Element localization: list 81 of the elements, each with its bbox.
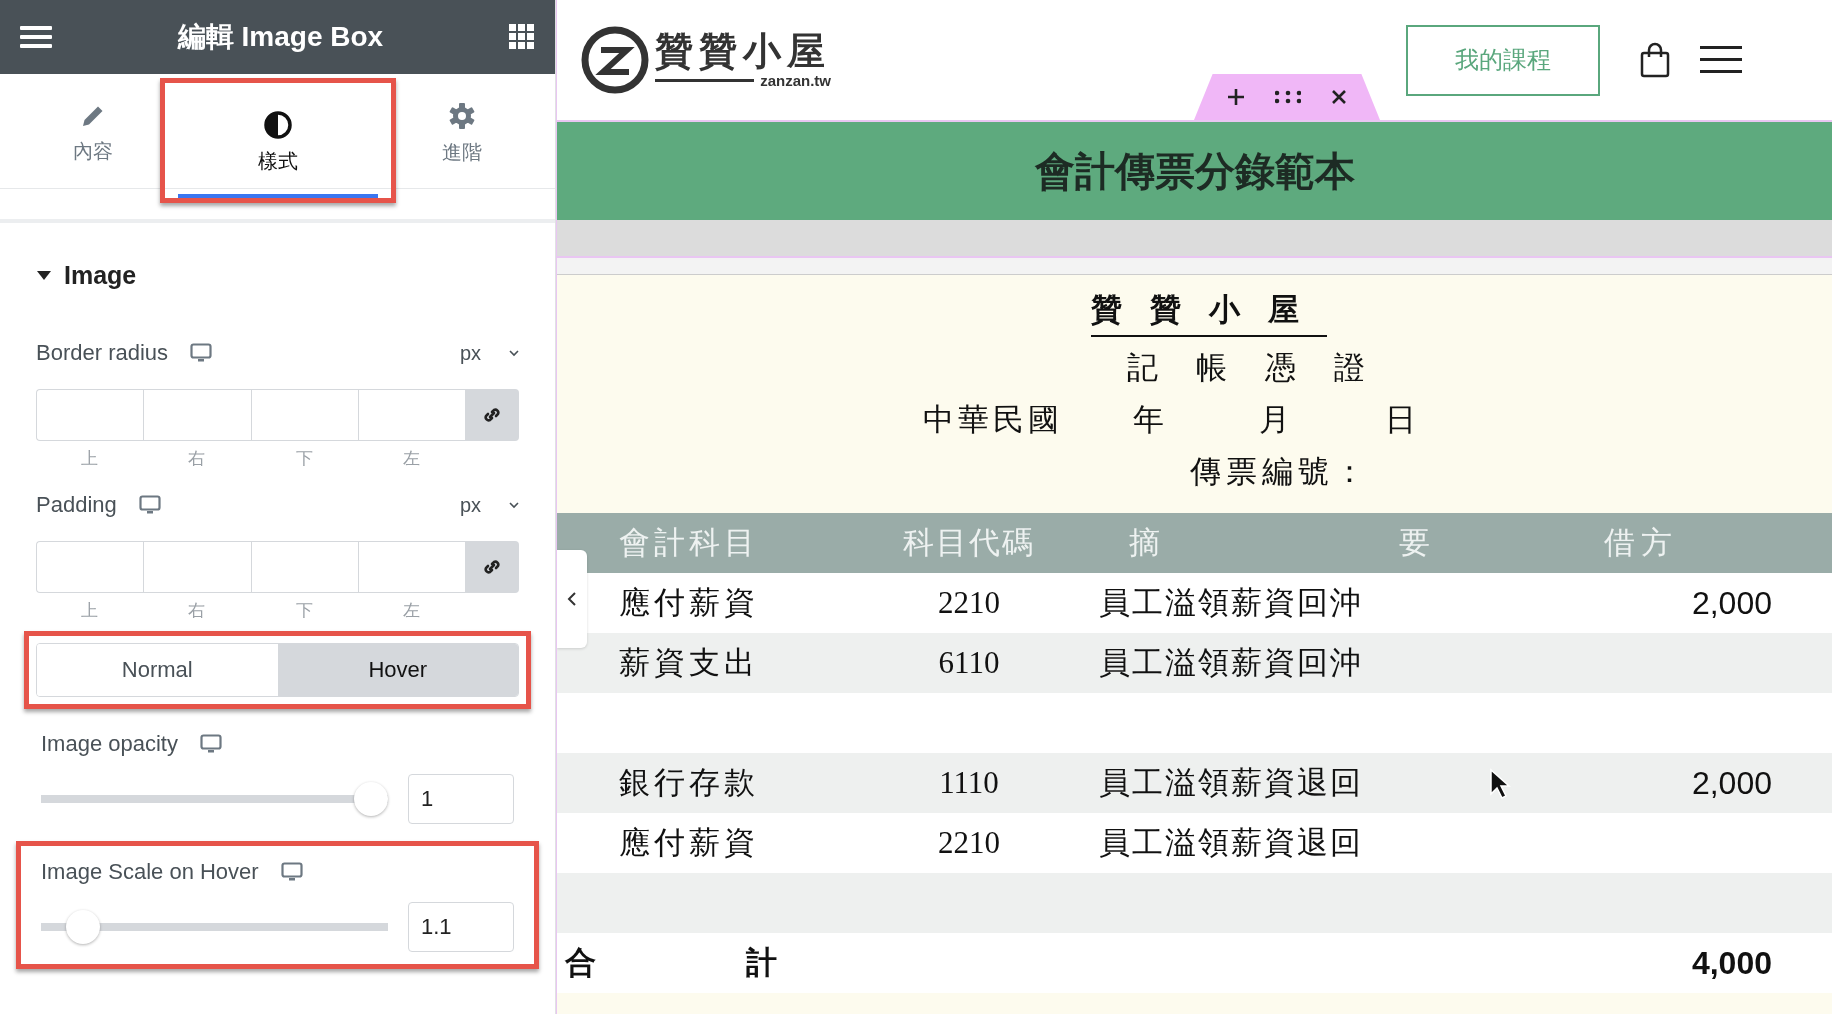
side-label: 左 [401,447,421,470]
link-values-button[interactable] [465,541,519,593]
shopping-bag-icon[interactable] [1640,42,1670,78]
dimension-input[interactable] [36,389,144,441]
side-label: 下 [294,447,314,470]
chevron-down-icon[interactable] [509,349,519,357]
table-cell: 6110 [938,645,1000,681]
date-label: 年 [1133,401,1164,439]
column-header: 要 [1399,524,1430,562]
column-header: 科目代碼 [903,524,1035,562]
dimension-input[interactable] [143,541,251,593]
number-input[interactable]: 1 [408,774,514,824]
column-header: 借方 [1604,524,1678,562]
apps-grid-icon[interactable] [509,24,535,50]
total-label: 合計 [565,944,927,982]
dimension-input[interactable] [357,389,465,441]
table-cell: 2,000 [1691,584,1772,622]
table-cell: 2,000 [1691,764,1772,802]
slider-thumb[interactable] [354,782,388,816]
desktop-icon[interactable] [138,495,161,515]
date-label: 中華民國 [923,401,1063,439]
column-header: 會計科目 [619,524,759,562]
link-values-button[interactable] [465,389,519,441]
dimension-input[interactable] [250,541,358,593]
dimension-input[interactable] [143,389,251,441]
table-cell: 1110 [939,765,999,801]
side-label: 右 [187,599,207,622]
slider-thumb[interactable] [66,910,101,944]
table-cell-text: 員工溢領薪資回沖 [1098,644,1363,682]
table-cell-text: 員工溢領薪資回沖 [1098,584,1363,622]
menu-icon[interactable] [20,24,52,50]
unit-selector[interactable]: px [459,493,481,517]
side-label: 右 [187,447,207,470]
control-label: Image opacity [41,731,178,757]
chevron-left-icon [567,591,577,607]
table-cell-text: 薪資支出 [619,644,759,682]
page-heading: 會計傳票分錄範本 [557,120,1832,220]
number-input[interactable]: 1.1 [408,902,514,952]
desktop-icon[interactable] [199,734,222,754]
side-label: 上 [80,599,100,622]
voucher-number-label: 傳票編號： [1189,453,1370,491]
side-label: 左 [401,599,421,622]
table-cell: 2210 [938,825,1000,861]
total-amount: 4,000 [1691,944,1772,982]
table-cell-text: 銀行存款 [619,764,759,802]
table-cell-text: 應付薪資 [619,824,759,862]
desktop-icon[interactable] [280,862,303,882]
section-title[interactable]: Image [64,260,137,290]
table-cell-text: 員工溢領薪資退回 [1098,824,1363,862]
panel-title: 編輯 Image Box [177,20,384,54]
dimension-input[interactable] [250,389,358,441]
state-tab[interactable]: Hover [277,644,518,696]
date-label: 月 [1259,401,1290,439]
control-label: Border radius [36,340,169,366]
dimension-input[interactable] [36,541,144,593]
unit-selector[interactable]: px [459,341,481,365]
chevron-down-icon[interactable] [509,501,519,509]
logo-domain[interactable]: zanzan.tw [760,72,831,90]
contrast-icon [262,110,293,140]
logo-icon[interactable] [581,26,649,94]
desktop-icon[interactable] [190,343,213,363]
control-label: Image Scale on Hover [41,859,259,885]
menu-icon[interactable] [1700,45,1742,75]
company-name: 贊贊小屋 [1090,289,1327,337]
dimension-input[interactable] [357,541,465,593]
add-icon[interactable] [1227,88,1245,106]
table-cell-text: 應付薪資 [619,584,759,622]
caret-icon[interactable] [36,269,52,281]
control-label: Padding [36,492,117,518]
side-label: 下 [294,599,314,622]
table-cell: 2210 [938,585,1000,621]
side-label: 上 [80,447,100,470]
drag-handle-icon[interactable] [1275,90,1301,104]
logo-text[interactable]: 贊贊小屋 [655,30,831,73]
column-header: 摘 [1129,524,1160,562]
close-icon[interactable] [1331,89,1347,105]
mouse-pointer-icon [1489,768,1511,800]
date-label: 日 [1385,401,1416,439]
tab[interactable]: 樣式 [177,83,378,198]
form-title: 記帳憑證 [1126,349,1403,387]
table-cell-text: 員工溢領薪資退回 [1098,764,1363,802]
